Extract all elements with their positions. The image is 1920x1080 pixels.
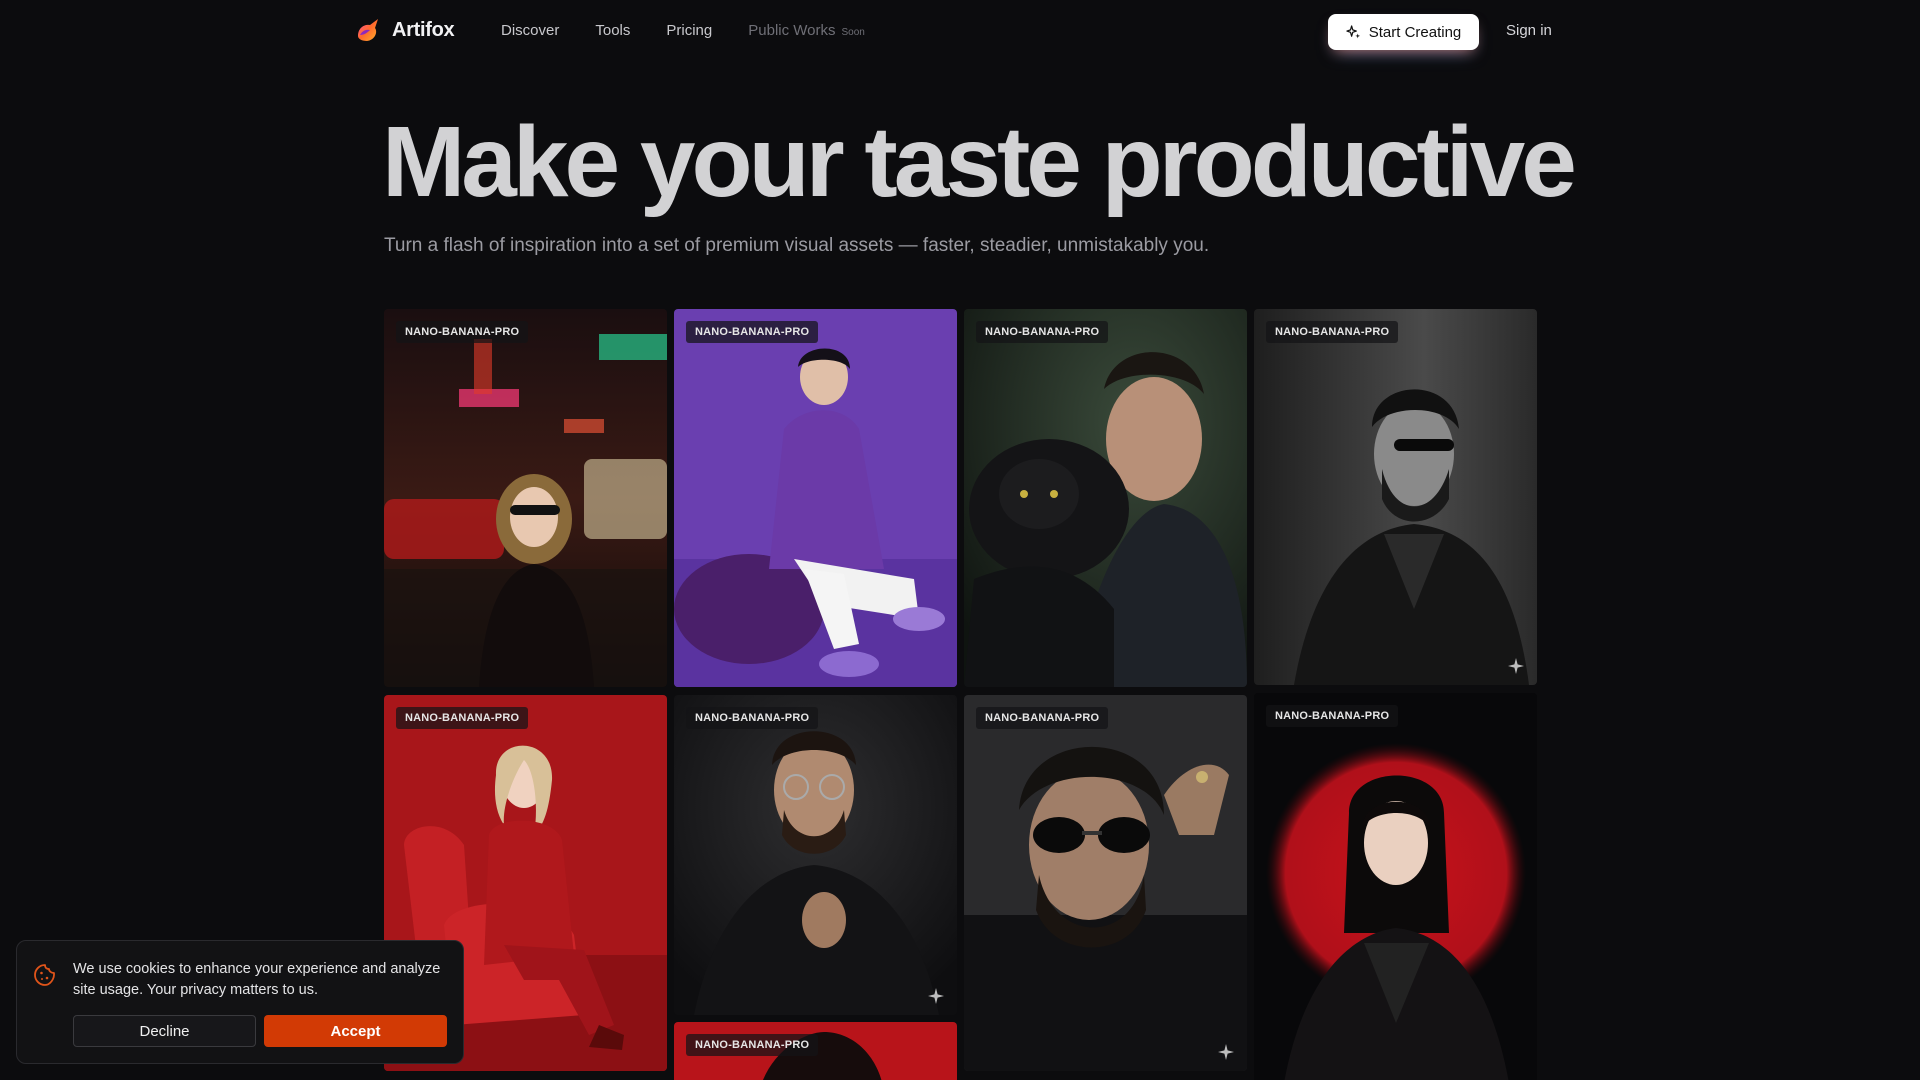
sparkle-icon [1346, 24, 1360, 38]
nav-pricing[interactable]: Pricing [666, 22, 712, 39]
model-badge: NANO-BANANA-PRO [686, 321, 819, 343]
model-badge: NANO-BANANA-PRO [686, 707, 819, 729]
start-creating-button[interactable]: Start Creating [1328, 14, 1479, 50]
gallery-card-1[interactable]: NANO-BANANA-PRO [384, 309, 667, 687]
sign-in-link[interactable]: Sign in [1506, 22, 1552, 39]
hero-title: Make your taste productive [382, 106, 1577, 218]
sparkle-icon [1218, 1044, 1234, 1060]
gallery-card-2[interactable]: NANO-BANANA-PRO [674, 309, 957, 687]
nav-discover[interactable]: Discover [501, 22, 559, 39]
soon-badge: Soon [841, 27, 865, 38]
nav-links: Discover Tools Pricing Public Works Soon [501, 22, 865, 39]
page: Artifox Discover Tools Pricing Public Wo… [0, 0, 1920, 1080]
brand-name: Artifox [392, 18, 455, 41]
model-badge: NANO-BANANA-PRO [1266, 705, 1399, 727]
gallery-image-red-halo [1254, 693, 1537, 1080]
model-badge: NANO-BANANA-PRO [1266, 321, 1399, 343]
model-badge: NANO-BANANA-PRO [396, 707, 529, 729]
start-creating-label: Start Creating [1368, 23, 1462, 41]
nav-public-works-label: Public Works [748, 22, 836, 39]
model-badge: NANO-BANANA-PRO [396, 321, 529, 343]
accept-button[interactable]: Accept [264, 1015, 447, 1047]
gallery-image-monochrome [1254, 309, 1537, 685]
model-badge: NANO-BANANA-PRO [976, 707, 1109, 729]
gallery-card-7[interactable]: NANO-BANANA-PRO [964, 695, 1247, 1071]
gallery-card-9[interactable]: NANO-BANANA-PRO [674, 1022, 957, 1080]
sparkle-icon [1508, 658, 1524, 674]
nav-tools[interactable]: Tools [595, 22, 630, 39]
cookie-icon [34, 964, 55, 986]
model-badge: NANO-BANANA-PRO [686, 1034, 819, 1056]
gallery-image-sunglasses [964, 695, 1247, 1071]
hero-subtitle: Turn a flash of inspiration into a set o… [384, 235, 1210, 256]
sparkle-icon [928, 988, 944, 1004]
cookie-message: We use cookies to enhance your experienc… [73, 961, 441, 998]
gallery-card-8[interactable]: NANO-BANANA-PRO [1254, 693, 1537, 1080]
gallery-card-4[interactable]: NANO-BANANA-PRO [1254, 309, 1537, 685]
cookie-banner: We use cookies to enhance your experienc… [16, 940, 464, 1064]
nav-public-works[interactable]: Public Works Soon [748, 22, 865, 39]
gallery-image-panther [964, 309, 1247, 687]
top-nav: Artifox Discover Tools Pricing Public Wo… [0, 0, 1920, 64]
gallery-card-6[interactable]: NANO-BANANA-PRO [674, 695, 957, 1015]
gallery-image-turtleneck [674, 695, 957, 1015]
model-badge: NANO-BANANA-PRO [976, 321, 1109, 343]
gallery-card-3[interactable]: NANO-BANANA-PRO [964, 309, 1247, 687]
gallery-image-neon-street [384, 309, 667, 687]
fox-logo-icon [358, 19, 378, 41]
decline-button[interactable]: Decline [73, 1015, 256, 1047]
gallery-image-purple-studio [674, 309, 957, 687]
brand-logo[interactable]: Artifox [354, 16, 455, 44]
